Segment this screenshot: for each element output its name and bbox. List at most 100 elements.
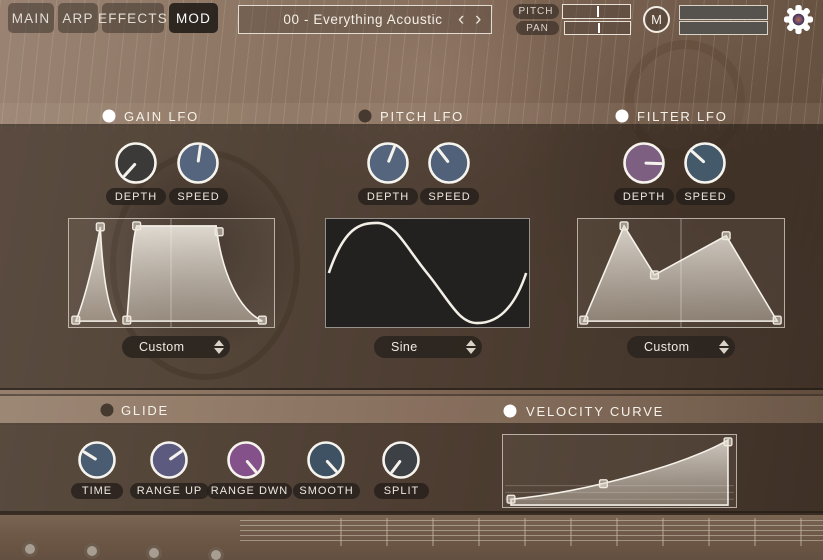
pitch-lfo-led[interactable] <box>358 109 372 123</box>
plugin-window: MAIN ARP EFFECTS MOD 00 - Everything Aco… <box>0 0 823 560</box>
preset-prev-button[interactable]: ‹ <box>453 7 470 33</box>
background-tuning-peg <box>84 543 100 559</box>
tab-effects[interactable]: EFFECTS <box>102 3 164 33</box>
gain-shape-spinner-icon[interactable] <box>208 340 230 354</box>
velocity-curve-led[interactable] <box>503 404 517 418</box>
glide-split-label-text: SPLIT <box>384 485 420 497</box>
velocity-curve-path[interactable] <box>511 440 728 505</box>
filter-speed-label-text: SPEED <box>684 191 726 203</box>
gain-depth-label-text: DEPTH <box>115 191 157 203</box>
glide-time-label-text: TIME <box>82 485 112 497</box>
pitch-depth-label-text: DEPTH <box>367 191 409 203</box>
gain-speed-label-text: SPEED <box>177 191 219 203</box>
pitch-waveform-path <box>329 223 526 323</box>
filter-shape-spinner-icon[interactable] <box>713 340 735 354</box>
waveform-handle[interactable] <box>507 495 515 503</box>
glide-led[interactable] <box>100 403 114 417</box>
tab-effects-label: EFFECTS <box>98 11 168 26</box>
glide-range-dwn-label: RANGE DWN <box>207 483 292 499</box>
pitch-label: PITCH <box>513 4 559 19</box>
filter-depth-label: DEPTH <box>614 188 674 205</box>
mute-button[interactable]: M <box>643 6 670 33</box>
pitch-lfo-title: PITCH LFO <box>380 109 464 124</box>
pitch-depth-knob[interactable] <box>366 141 410 185</box>
waveform-handle[interactable] <box>123 316 131 324</box>
background-tuning-peg <box>22 541 38 557</box>
pitch-slider-handle[interactable] <box>597 6 599 17</box>
waveform-handle[interactable] <box>722 232 730 240</box>
waveform-handle[interactable] <box>724 438 732 446</box>
pitch-shape-dropdown[interactable]: Sine <box>374 336 482 358</box>
pitch-speed-knob[interactable] <box>427 141 471 185</box>
preset-selector[interactable]: 00 - Everything Acoustic ‹ › <box>238 5 492 34</box>
glide-range-dwn-label-text: RANGE DWN <box>211 485 288 497</box>
meter-right <box>679 21 768 35</box>
pitch-waveform-display[interactable] <box>325 218 530 328</box>
gain-lfo-led[interactable] <box>102 109 116 123</box>
tab-arp[interactable]: ARP <box>58 3 98 33</box>
waveform-handle[interactable] <box>215 228 223 236</box>
pitch-slider[interactable] <box>562 4 631 19</box>
gain-waveform-display[interactable] <box>68 218 275 328</box>
glide-smooth-knob[interactable] <box>306 440 346 480</box>
waveform-handle[interactable] <box>651 271 659 279</box>
glide-range-up-label: RANGE UP <box>130 483 209 499</box>
preset-name: 00 - Everything Acoustic <box>239 12 453 27</box>
gain-waveform-path[interactable] <box>76 226 263 321</box>
gain-lfo-title: GAIN LFO <box>124 109 199 124</box>
pitch-shape-spinner-icon[interactable] <box>460 340 482 354</box>
waveform-handle[interactable] <box>96 223 104 231</box>
filter-depth-label-text: DEPTH <box>623 191 665 203</box>
gain-speed-knob[interactable] <box>176 141 220 185</box>
glide-smooth-label: SMOOTH <box>293 483 360 499</box>
pitch-shape-value: Sine <box>374 340 460 354</box>
pan-slider[interactable] <box>564 21 631 35</box>
glide-time-label: TIME <box>71 483 123 499</box>
tab-arp-label: ARP <box>62 11 93 26</box>
filter-shape-dropdown[interactable]: Custom <box>627 336 735 358</box>
filter-waveform-display[interactable] <box>577 218 785 328</box>
pan-label-text: PAN <box>526 23 549 34</box>
background-fretboard <box>0 513 823 560</box>
glide-smooth-label-text: SMOOTH <box>299 485 353 497</box>
velocity-curve-display[interactable] <box>502 434 737 508</box>
filter-speed-label: SPEED <box>676 188 735 205</box>
pitch-speed-label-text: SPEED <box>428 191 470 203</box>
gain-shape-value: Custom <box>122 340 208 354</box>
waveform-handle[interactable] <box>72 316 80 324</box>
background-tuning-peg <box>146 545 162 560</box>
glide-range-up-label-text: RANGE UP <box>137 485 202 497</box>
glide-range-up-knob[interactable] <box>149 440 189 480</box>
tab-mod[interactable]: MOD <box>169 3 218 33</box>
tab-main-label: MAIN <box>12 11 51 26</box>
pitch-speed-label: SPEED <box>420 188 479 205</box>
preset-next-button[interactable]: › <box>470 7 487 33</box>
gain-shape-dropdown[interactable]: Custom <box>122 336 230 358</box>
pan-slider-handle[interactable] <box>598 23 600 33</box>
gain-speed-label: SPEED <box>169 188 228 205</box>
pan-label: PAN <box>516 21 559 35</box>
waveform-handle[interactable] <box>133 222 141 230</box>
waveform-handle[interactable] <box>600 480 608 488</box>
filter-speed-knob[interactable] <box>683 141 727 185</box>
waveform-handle[interactable] <box>620 222 628 230</box>
settings-gear-icon[interactable] <box>783 4 814 40</box>
waveform-handle[interactable] <box>580 316 588 324</box>
glide-range-dwn-knob[interactable] <box>226 440 266 480</box>
tab-main[interactable]: MAIN <box>8 3 54 33</box>
filter-shape-value: Custom <box>627 340 713 354</box>
glide-title: GLIDE <box>121 403 169 418</box>
waveform-handle[interactable] <box>258 316 266 324</box>
pitch-depth-label: DEPTH <box>358 188 418 205</box>
pitch-label-text: PITCH <box>519 6 554 17</box>
glide-split-label: SPLIT <box>374 483 429 499</box>
gain-depth-knob[interactable] <box>114 141 158 185</box>
glide-time-knob[interactable] <box>77 440 117 480</box>
filter-depth-knob[interactable] <box>622 141 666 185</box>
waveform-handle[interactable] <box>773 316 781 324</box>
mute-button-label: M <box>651 12 662 27</box>
filter-lfo-led[interactable] <box>615 109 629 123</box>
velocity-curve-title: VELOCITY CURVE <box>526 404 664 419</box>
background-tuning-peg <box>208 547 224 560</box>
glide-split-knob[interactable] <box>381 440 421 480</box>
